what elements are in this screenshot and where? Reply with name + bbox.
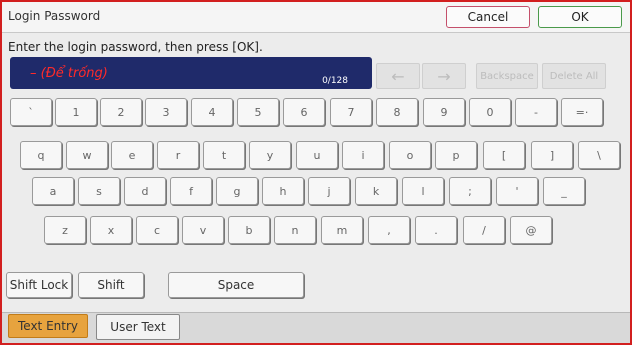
cursor-left-button[interactable]: ← [376,63,420,89]
key-u[interactable]: u [296,141,338,169]
key-underscore[interactable]: _ [543,177,585,205]
key-s[interactable]: s [78,177,120,205]
key-c[interactable]: c [136,216,178,244]
key-at[interactable]: @ [510,216,552,244]
ok-button[interactable]: OK [538,6,622,28]
key-2[interactable]: 2 [100,98,142,126]
tab-text-entry[interactable]: Text Entry [8,314,88,338]
key-q[interactable]: q [20,141,62,169]
key-semicolon[interactable]: ; [449,177,491,205]
key-backtick[interactable]: ` [10,98,52,126]
key-7[interactable]: 7 [330,98,372,126]
login-password-dialog: Login Password Cancel OK Enter the login… [2,2,630,343]
key-6[interactable]: 6 [283,98,325,126]
space-button[interactable]: Space [168,272,304,298]
backspace-button[interactable]: Backspace [476,63,538,89]
key-i[interactable]: i [342,141,384,169]
key-equals[interactable]: =· [561,98,603,126]
key-f[interactable]: f [170,177,212,205]
key-x[interactable]: x [90,216,132,244]
key-bracket-open[interactable]: [ [483,141,525,169]
key-backslash[interactable]: \ [578,141,620,169]
key-slash[interactable]: / [463,216,505,244]
delete-all-button[interactable]: Delete All [542,63,606,89]
key-1[interactable]: 1 [55,98,97,126]
arrow-left-icon: ← [391,66,405,86]
key-apostrophe[interactable]: ' [496,177,538,205]
key-z[interactable]: z [44,216,86,244]
key-4[interactable]: 4 [191,98,233,126]
instruction-text: Enter the login password, then press [OK… [8,40,263,54]
key-bracket-close[interactable]: ] [531,141,573,169]
key-g[interactable]: g [216,177,258,205]
key-0[interactable]: 0 [469,98,511,126]
key-o[interactable]: o [389,141,431,169]
key-9[interactable]: 9 [423,98,465,126]
dialog-title: Login Password [8,9,101,23]
arrow-right-icon: → [437,66,451,86]
key-3[interactable]: 3 [145,98,187,126]
key-p[interactable]: p [435,141,477,169]
key-y[interactable]: y [249,141,291,169]
key-period[interactable]: . [415,216,457,244]
key-a[interactable]: a [32,177,74,205]
key-v[interactable]: v [182,216,224,244]
key-8[interactable]: 8 [376,98,418,126]
key-minus[interactable]: - [515,98,557,126]
key-n[interactable]: n [274,216,316,244]
key-5[interactable]: 5 [237,98,279,126]
key-j[interactable]: j [308,177,350,205]
shift-button[interactable]: Shift [78,272,144,298]
character-counter: 0/128 [322,76,348,86]
key-w[interactable]: w [66,141,108,169]
key-b[interactable]: b [228,216,270,244]
key-l[interactable]: l [402,177,444,205]
cancel-button[interactable]: Cancel [446,6,530,28]
tab-user-text[interactable]: User Text [96,314,180,340]
shift-lock-button[interactable]: Shift Lock [6,272,72,298]
key-d[interactable]: d [124,177,166,205]
key-comma[interactable]: , [368,216,410,244]
password-input-field[interactable]: – (Để trống) 0/128 [10,57,372,89]
key-h[interactable]: h [262,177,304,205]
cursor-right-button[interactable]: → [422,63,466,89]
input-value: – (Để trống) [30,66,108,81]
key-e[interactable]: e [111,141,153,169]
key-k[interactable]: k [355,177,397,205]
key-r[interactable]: r [157,141,199,169]
key-m[interactable]: m [321,216,363,244]
key-t[interactable]: t [203,141,245,169]
title-bar: Login Password Cancel OK [2,2,630,33]
